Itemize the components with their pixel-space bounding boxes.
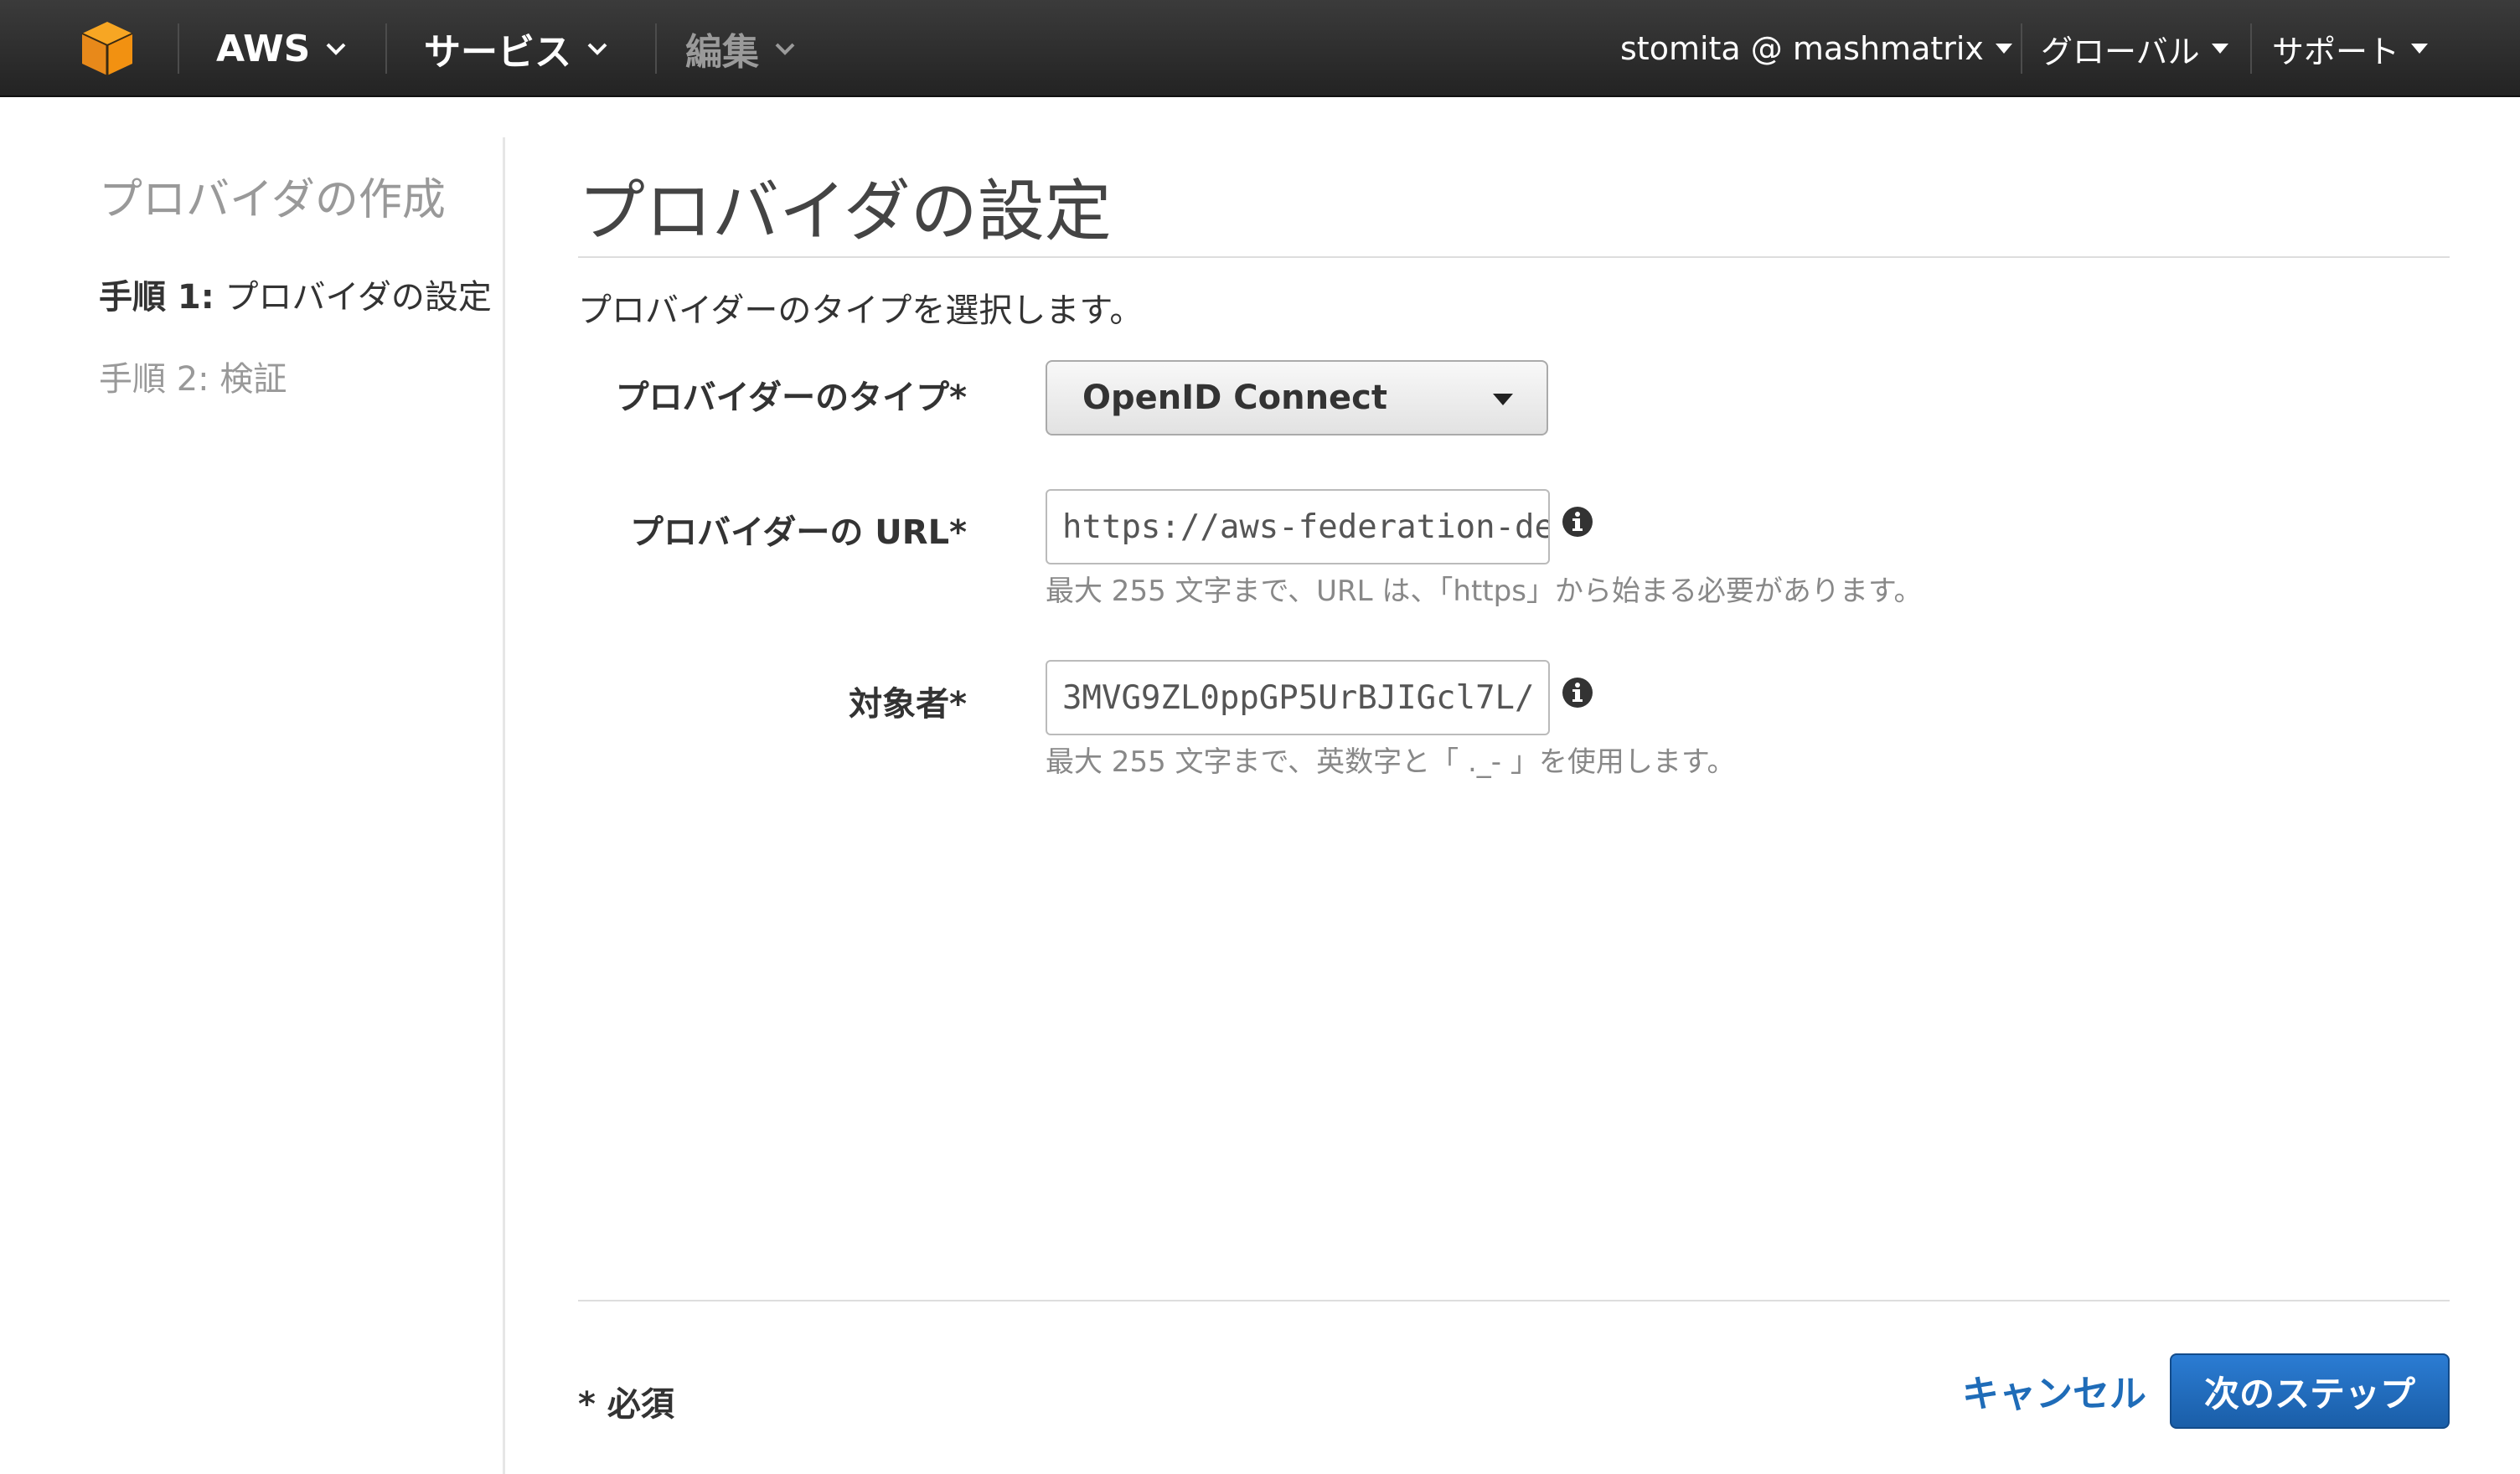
- step-number: 手順 2:: [99, 360, 209, 399]
- step-number: 手順 1:: [99, 278, 214, 317]
- audience-label: 対象者*: [849, 685, 967, 724]
- aws-cube-icon[interactable]: [80, 20, 134, 77]
- nav-separator: [2250, 23, 2252, 74]
- aws-menu-label: AWS: [216, 27, 311, 70]
- provider-type-select[interactable]: OpenID Connect: [1046, 360, 1548, 436]
- page-title: プロバイダの設定: [578, 173, 1112, 250]
- chevron-down-icon: [587, 43, 607, 55]
- audience-value: 3MVG9ZL0ppGP5UrBJIGcl7L/: [1062, 678, 1535, 717]
- title-divider: [578, 256, 2450, 258]
- provider-url-value: https://aws-federation-dem: [1062, 508, 1550, 546]
- cancel-link[interactable]: キャンセル: [1962, 1363, 2146, 1417]
- region-menu[interactable]: グローバル: [2041, 0, 2228, 97]
- edit-menu-label: 編集: [685, 31, 759, 74]
- region-menu-label: グローバル: [2041, 33, 2200, 70]
- account-menu-label: stomita @ mashmatrix: [1620, 30, 1984, 67]
- wizard-step-2: 手順 2: 検証: [99, 352, 287, 400]
- step-label: 検証: [219, 360, 287, 399]
- chevron-down-icon: [775, 43, 795, 55]
- provider-type-value: OpenID Connect: [1082, 379, 1388, 417]
- info-icon[interactable]: [1562, 677, 1593, 709]
- support-menu-label: サポート: [2272, 33, 2400, 70]
- audience-hint: 最大 255 文字まで、英数字と「 ._- 」を使用します。: [1046, 745, 1736, 779]
- sidebar-divider: [503, 137, 505, 1474]
- audience-input[interactable]: 3MVG9ZL0ppGP5UrBJIGcl7L/: [1046, 660, 1550, 735]
- provider-url-input[interactable]: https://aws-federation-dem: [1046, 489, 1550, 564]
- info-icon[interactable]: [1562, 506, 1593, 538]
- provider-url-hint: 最大 255 文字まで、URL は、「https」から始まる必要があります。: [1046, 575, 1923, 608]
- top-navigation-bar: AWS サービス 編集 stomita @ mashmatrix グローバル サ…: [0, 0, 2520, 97]
- step-label: プロバイダの設定: [225, 278, 492, 317]
- next-step-button[interactable]: 次のステップ: [2170, 1353, 2450, 1429]
- aws-menu[interactable]: AWS: [216, 0, 347, 97]
- provider-type-label: プロバイダーのタイプ*: [615, 379, 967, 417]
- account-menu[interactable]: stomita @ mashmatrix: [1620, 0, 2012, 97]
- chevron-down-icon: [326, 43, 346, 55]
- nav-separator: [2021, 23, 2022, 74]
- caret-down-icon: [2411, 44, 2429, 54]
- edit-menu[interactable]: 編集: [685, 0, 796, 97]
- intro-text: プロバイダーのタイプを選択します。: [578, 291, 1144, 330]
- caret-down-icon: [2211, 44, 2228, 54]
- provider-url-label: プロバイダーの URL*: [629, 513, 967, 552]
- services-menu-label: サービス: [424, 31, 571, 74]
- caret-down-icon: [1995, 44, 2012, 54]
- services-menu[interactable]: サービス: [424, 0, 608, 97]
- required-note: * 必須: [578, 1385, 674, 1424]
- support-menu[interactable]: サポート: [2272, 0, 2429, 97]
- nav-separator: [178, 23, 179, 74]
- footer-divider: [578, 1300, 2450, 1301]
- caret-down-icon: [1493, 394, 1513, 405]
- wizard-title: プロバイダの作成: [99, 175, 446, 225]
- nav-separator: [655, 23, 657, 74]
- nav-separator: [385, 23, 387, 74]
- wizard-step-1[interactable]: 手順 1: プロバイダの設定: [99, 270, 492, 318]
